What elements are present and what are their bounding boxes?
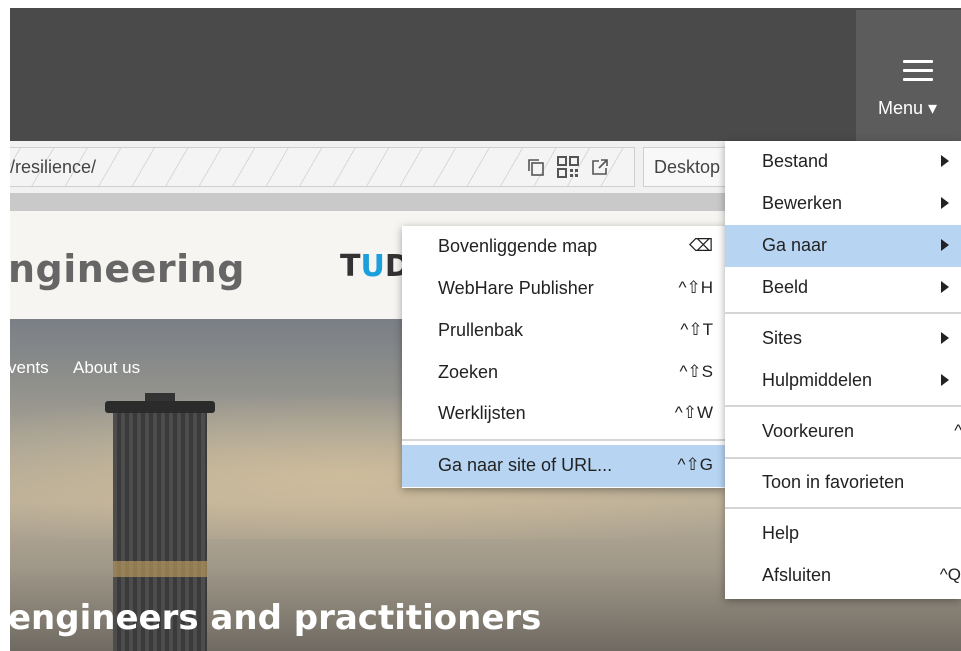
logo-letter-u: U: [360, 249, 385, 284]
menu-item-afsluiten[interactable]: Afsluiten ^Q: [725, 555, 961, 597]
menu-button-label: Menu ▾: [878, 98, 938, 118]
menu-item-bovenliggende-map[interactable]: Bovenliggende map ⌫: [402, 226, 725, 268]
menu-separator: [402, 439, 725, 441]
menu-item-webhare-publisher[interactable]: WebHare Publisher ^⇧H: [402, 268, 725, 310]
submenu-arrow-icon: [941, 281, 949, 293]
tu-delft-logo: TUD: [340, 249, 410, 284]
logo-letter-t: T: [340, 249, 361, 284]
hamburger-icon: [903, 60, 933, 81]
app-top-bar: [10, 8, 961, 141]
nav-link-about-us[interactable]: About us: [73, 358, 140, 378]
menu-separator: [725, 457, 961, 459]
url-text: /resilience/: [10, 157, 97, 177]
menu-separator: [725, 507, 961, 509]
main-menu: Bestand Bewerken Ga naar Beeld Sites Hul…: [725, 141, 961, 599]
menu-item-help[interactable]: Help: [725, 513, 961, 555]
submenu-arrow-icon: [941, 155, 949, 167]
submenu-arrow-icon: [941, 332, 949, 344]
menu-item-ga-naar-site-of-url[interactable]: Ga naar site of URL... ^⇧G: [402, 445, 725, 487]
url-field[interactable]: /resilience/: [10, 147, 635, 187]
go-to-submenu: Bovenliggende map ⌫ WebHare Publisher ^⇧…: [402, 226, 725, 488]
menu-separator: [725, 405, 961, 407]
site-title: ngineering: [10, 247, 245, 291]
menu-item-beeld[interactable]: Beeld: [725, 267, 961, 309]
menu-button[interactable]: Menu ▾: [856, 10, 961, 141]
menu-item-sites[interactable]: Sites: [725, 318, 961, 360]
backspace-icon: ⌫: [688, 236, 713, 255]
qr-code-icon[interactable]: [557, 156, 579, 178]
menu-item-hulpmiddelen[interactable]: Hulpmiddelen: [725, 360, 961, 402]
submenu-arrow-icon: [941, 197, 949, 209]
open-external-icon[interactable]: [589, 156, 611, 178]
menu-item-voorkeuren[interactable]: Voorkeuren ^,: [725, 411, 961, 453]
submenu-arrow-icon: [941, 239, 949, 251]
menu-separator: [725, 312, 961, 314]
menu-item-ga-naar[interactable]: Ga naar: [725, 225, 961, 267]
menu-item-bestand[interactable]: Bestand: [725, 141, 961, 183]
menu-item-bewerken[interactable]: Bewerken: [725, 183, 961, 225]
submenu-arrow-icon: [941, 374, 949, 386]
copy-icon[interactable]: [525, 156, 547, 178]
menu-item-toon-in-favorieten[interactable]: Toon in favorieten: [725, 462, 961, 504]
menu-item-zoeken[interactable]: Zoeken ^⇧S: [402, 352, 725, 394]
menu-item-prullenbak[interactable]: Prullenbak ^⇧T: [402, 310, 725, 352]
device-select-value: Desktop: [654, 157, 721, 177]
hero-headline: engineers and practitioners: [8, 598, 542, 638]
nav-link-events[interactable]: vents: [10, 358, 49, 378]
menu-item-werklijsten[interactable]: Werklijsten ^⇧W: [402, 393, 725, 435]
